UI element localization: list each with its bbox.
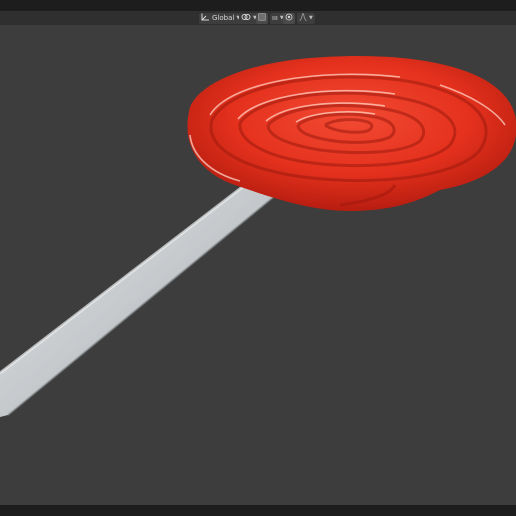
proportional-editing-icon — [285, 13, 293, 23]
pivot-point-icon — [241, 13, 251, 23]
window-bottom-bar — [0, 505, 516, 516]
lollipop-stick[interactable] — [0, 168, 284, 417]
lollipop-candy[interactable] — [187, 56, 516, 211]
transform-orientation-label: Global — [212, 14, 235, 22]
window-top-bar — [0, 0, 516, 11]
falloff-dropdown[interactable]: ▼ — [297, 12, 315, 24]
transform-orientation-icon — [201, 13, 210, 23]
transform-orientation-control: Global ▼ — [199, 12, 243, 24]
snap-control: ııı ▼ — [256, 12, 286, 24]
viewport-scene — [0, 56, 516, 417]
transform-orientation-dropdown[interactable]: Global ▼ — [199, 12, 243, 24]
chevron-down-icon: ▼ — [309, 15, 313, 21]
proportional-editing-toggle[interactable] — [283, 12, 295, 24]
snap-toggle[interactable] — [256, 12, 268, 24]
proportional-editing-control: ▼ — [283, 12, 315, 24]
snap-target-label: ııı — [272, 14, 278, 22]
snap-icon — [258, 13, 266, 23]
falloff-curve-icon — [299, 13, 307, 23]
